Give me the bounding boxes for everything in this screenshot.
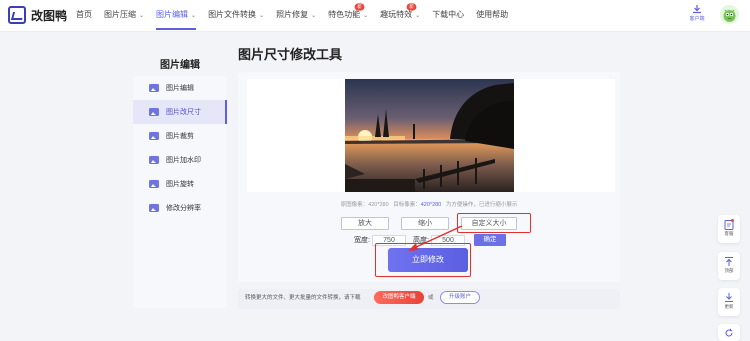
pixel-info: 原图像素：420*280 目标像素：420*280 为方便操作，已进行缩小展示 xyxy=(238,200,620,208)
nav-label: 特色功能 xyxy=(328,10,361,19)
download-icon xyxy=(693,5,701,14)
nav-label: 图片压缩 xyxy=(104,10,136,19)
image-icon xyxy=(149,108,159,116)
logo-icon xyxy=(8,6,26,24)
nav-image-compress[interactable]: 图片压缩 ⌄ xyxy=(98,0,150,32)
image-icon xyxy=(149,156,159,164)
orig-pixel-value: 420*280 xyxy=(368,202,389,208)
chevron-down-icon: ⌄ xyxy=(191,13,197,19)
preview-image xyxy=(345,79,514,192)
top-navigation-bar: 改图鸭 首页 图片压缩 ⌄ 图片编辑 ⌄ 图片文件转换 ⌄ 照片修复 ⌄ 特色功能 ⌄ 新 … xyxy=(0,0,750,32)
upgrade-account-button[interactable]: 升级账户 xyxy=(440,291,480,304)
client-label: 客户端 xyxy=(689,16,705,22)
chevron-down-icon: ⌄ xyxy=(139,13,145,19)
chevron-down-icon: ⌄ xyxy=(363,13,369,19)
float-service[interactable]: 客服 xyxy=(718,215,740,243)
sidebar: 图片编辑 图片改尺寸 图片裁剪 图片加水印 图片旋转 修改分辨率 xyxy=(133,76,227,308)
sidebar-item-label: 图片旋转 xyxy=(166,181,194,188)
float-service-label: 客服 xyxy=(724,231,734,236)
sidebar-item-watermark[interactable]: 图片加水印 xyxy=(133,148,227,172)
sunset-photo xyxy=(345,79,514,192)
nav-label: 首页 xyxy=(76,10,92,19)
nav-fun-effects[interactable]: 趣玩特效 ⌄ 新 xyxy=(374,0,426,32)
arrow-up-icon xyxy=(725,257,733,266)
image-icon xyxy=(149,180,159,188)
download-icon xyxy=(725,293,733,302)
nav-file-convert[interactable]: 图片文件转换 ⌄ xyxy=(202,0,270,32)
nav-label: 图片编辑 xyxy=(156,10,189,19)
target-pixel-label: 目标像素： xyxy=(393,202,421,208)
image-icon xyxy=(149,204,159,212)
target-pixel-value: 420*280 xyxy=(420,202,442,208)
float-download-label: 更新 xyxy=(724,304,734,309)
logo-text: 改图鸭 xyxy=(31,8,68,23)
client-download-button[interactable]: 客户端 xyxy=(686,4,708,22)
nav-home[interactable]: 首页 xyxy=(70,0,98,32)
nav-help[interactable]: 使用帮助 xyxy=(470,0,514,32)
width-label: 宽度: xyxy=(354,237,370,244)
chevron-down-icon: ⌄ xyxy=(415,13,421,19)
sidebar-item-label: 图片裁剪 xyxy=(166,133,194,140)
sidebar-item-label: 图片改尺寸 xyxy=(166,109,201,116)
enlarge-button[interactable]: 放大 xyxy=(341,217,389,230)
sidebar-item-label: 修改分辨率 xyxy=(166,205,201,212)
image-icon xyxy=(149,132,159,140)
float-back-to-top[interactable]: 顶部 xyxy=(718,252,740,280)
confirm-button[interactable]: 确定 xyxy=(474,234,506,246)
nav-photo-repair[interactable]: 照片修复 ⌄ xyxy=(270,0,322,32)
chevron-down-icon: ⌄ xyxy=(311,13,317,19)
page-title: 图片尺寸修改工具 xyxy=(238,47,343,62)
avatar[interactable] xyxy=(720,5,739,24)
nav-download-center[interactable]: 下载中心 xyxy=(426,0,470,32)
chevron-down-icon: ⌄ xyxy=(259,13,265,19)
nav-label: 使用帮助 xyxy=(476,10,509,19)
nav-label: 趣玩特效 xyxy=(380,10,413,19)
annotation-arrow-icon xyxy=(408,225,463,251)
sidebar-item-crop[interactable]: 图片裁剪 xyxy=(133,124,227,148)
main-nav: 首页 图片压缩 ⌄ 图片编辑 ⌄ 图片文件转换 ⌄ 照片修复 ⌄ 特色功能 ⌄ 新 趣玩特效… xyxy=(70,0,514,32)
client-download-pill[interactable]: 改图鸭客户端 xyxy=(374,291,424,304)
float-top-label: 顶部 xyxy=(724,268,734,273)
nav-label: 照片修复 xyxy=(276,10,309,19)
nav-label: 下载中心 xyxy=(432,10,465,19)
sidebar-item-rotate[interactable]: 图片旋转 xyxy=(133,172,227,196)
nav-label: 图片文件转换 xyxy=(208,10,257,19)
clipboard-icon xyxy=(724,219,734,230)
sidebar-item-image-edit[interactable]: 图片编辑 xyxy=(133,76,227,100)
display-note: 为方便操作，已进行缩小展示 xyxy=(445,202,518,208)
new-badge: 新 xyxy=(354,3,365,11)
sidebar-item-label: 图片编辑 xyxy=(166,85,194,92)
or-text: 或 xyxy=(428,295,434,301)
download-prompt-text: 转换更大的文件、更大批量的文件转换，请下载 xyxy=(245,295,361,301)
new-badge: 新 xyxy=(406,3,417,11)
nav-image-edit[interactable]: 图片编辑 ⌄ xyxy=(150,0,202,32)
sidebar-item-resolution[interactable]: 修改分辨率 xyxy=(133,196,227,220)
logo[interactable]: 改图鸭 xyxy=(8,6,67,24)
sidebar-item-label: 图片加水印 xyxy=(166,157,201,164)
float-download[interactable]: 更新 xyxy=(718,288,740,316)
orig-pixel-label: 原图像素： xyxy=(340,202,369,208)
refresh-icon xyxy=(725,328,733,337)
sidebar-item-resize[interactable]: 图片改尺寸 xyxy=(133,100,227,124)
float-refresh[interactable] xyxy=(718,324,740,341)
sidebar-title: 图片编辑 xyxy=(160,60,200,71)
image-icon xyxy=(149,84,159,92)
nav-featured[interactable]: 特色功能 ⌄ 新 xyxy=(322,0,374,32)
avatar-image xyxy=(723,9,736,22)
